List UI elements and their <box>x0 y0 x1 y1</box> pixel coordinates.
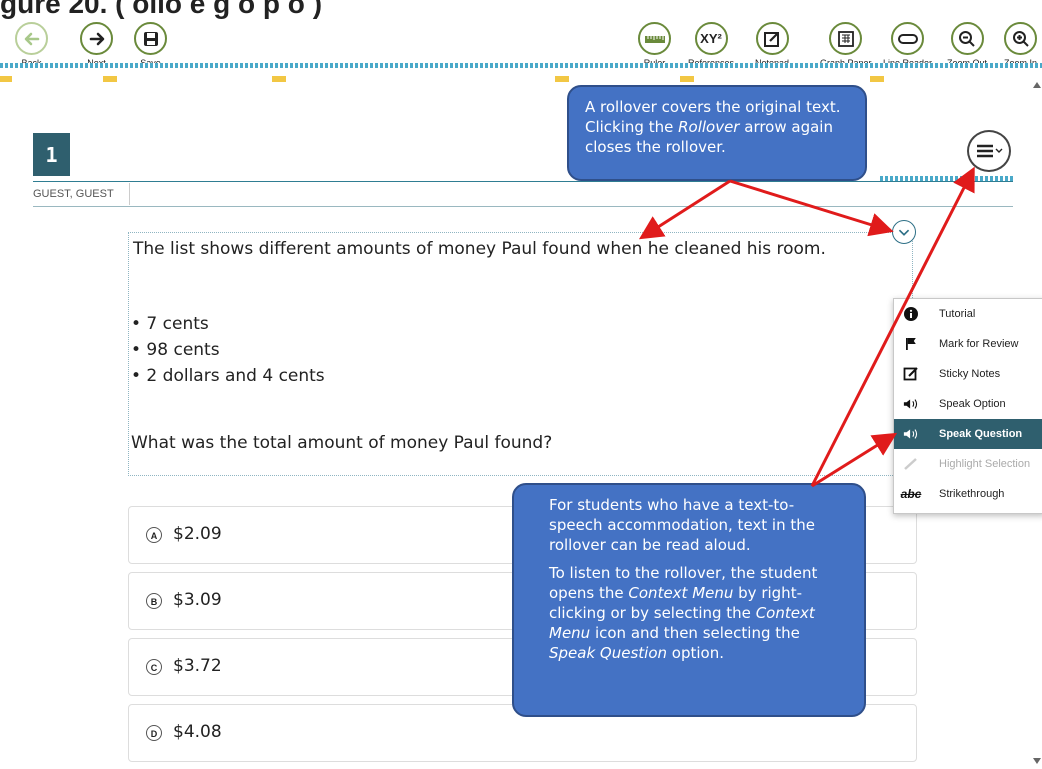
arrow-to-context-button <box>810 166 975 487</box>
arrow-to-rollover <box>729 179 894 237</box>
arrow-to-passage <box>638 179 731 240</box>
annotation-arrows <box>638 166 975 488</box>
